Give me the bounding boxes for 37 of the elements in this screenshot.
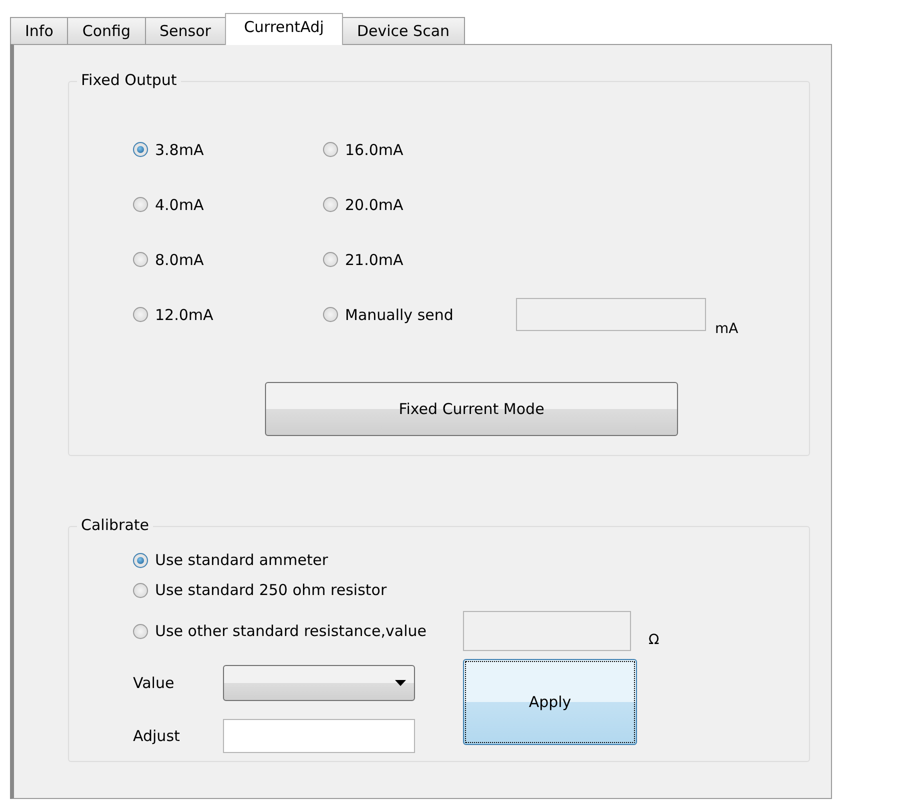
field-label: Value xyxy=(133,674,176,692)
tab[interactable]: Info xyxy=(10,17,68,44)
tab[interactable]: Sensor xyxy=(144,17,226,44)
fixed-current-mode-button[interactable]: Fixed Current Mode xyxy=(265,382,678,436)
radio-button[interactable] xyxy=(133,307,148,322)
radio-button[interactable] xyxy=(133,142,148,157)
input-field[interactable] xyxy=(223,719,415,753)
radio-button[interactable] xyxy=(133,624,148,638)
radio-button[interactable] xyxy=(133,197,148,212)
radio-label[interactable]: 8.0mA xyxy=(155,250,204,268)
radio-button[interactable] xyxy=(323,197,338,212)
value-dropdown[interactable] xyxy=(223,665,415,701)
group-title: Fixed Output xyxy=(77,71,181,89)
tab[interactable]: Device Scan xyxy=(342,17,465,44)
radio-label[interactable]: 3.8mA xyxy=(155,140,204,158)
radio-button[interactable] xyxy=(133,552,148,568)
radio-button[interactable] xyxy=(133,252,148,267)
radio-button[interactable] xyxy=(323,142,338,157)
radio-label[interactable]: 20.0mA xyxy=(345,196,404,214)
apply-button[interactable]: Apply xyxy=(463,659,637,745)
radio-label[interactable]: Manually send xyxy=(345,306,454,324)
tab[interactable]: CurrentAdj xyxy=(224,13,343,45)
radio-label[interactable]: Use standard 250 ohm resistor xyxy=(155,581,387,599)
unit-label: mA xyxy=(715,321,738,337)
tab[interactable]: Config xyxy=(67,17,146,44)
unit-label: Ω xyxy=(648,632,660,648)
radio-label[interactable]: 21.0mA xyxy=(345,250,404,268)
radio-label[interactable]: 16.0mA xyxy=(345,140,404,158)
radio-button[interactable] xyxy=(133,582,148,598)
radio-label[interactable]: Use standard ammeter xyxy=(155,551,328,569)
radio-label[interactable]: 12.0mA xyxy=(155,306,214,324)
caret-icon xyxy=(395,680,406,686)
radio-label[interactable]: Use other standard resistance,value xyxy=(155,622,426,640)
radio-label[interactable]: 4.0mA xyxy=(155,196,204,214)
radio-button[interactable] xyxy=(323,252,338,267)
field-label: Adjust xyxy=(133,727,181,745)
radio-button[interactable] xyxy=(323,307,338,322)
